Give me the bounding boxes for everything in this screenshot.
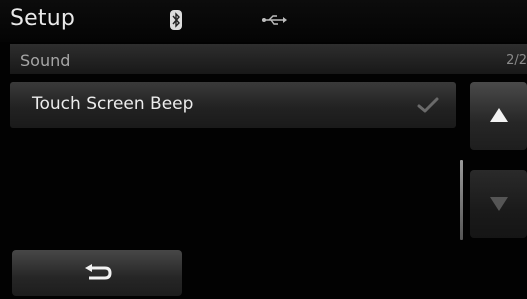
page-indicator: 2/2 — [506, 53, 527, 68]
checkmark-icon — [417, 97, 439, 113]
option-label: Touch Screen Beep — [32, 94, 194, 114]
header-bar: Setup — [0, 0, 527, 42]
scrollbar-track[interactable] — [460, 160, 463, 240]
page-title: Setup — [10, 6, 76, 31]
section-title: Sound — [20, 51, 71, 70]
section-header — [10, 44, 527, 74]
triangle-down-icon — [490, 197, 508, 211]
back-button[interactable] — [12, 250, 182, 296]
return-arrow-icon — [85, 264, 112, 280]
usb-icon — [262, 15, 287, 25]
scroll-up-button[interactable] — [470, 82, 527, 150]
triangle-up-icon — [490, 108, 508, 122]
scroll-down-button[interactable] — [470, 170, 527, 238]
setup-screen: Setup Sound 2/2 Touch Screen Beep — [0, 0, 527, 299]
bluetooth-icon — [170, 10, 182, 30]
option-touch-screen-beep[interactable]: Touch Screen Beep — [10, 82, 456, 128]
